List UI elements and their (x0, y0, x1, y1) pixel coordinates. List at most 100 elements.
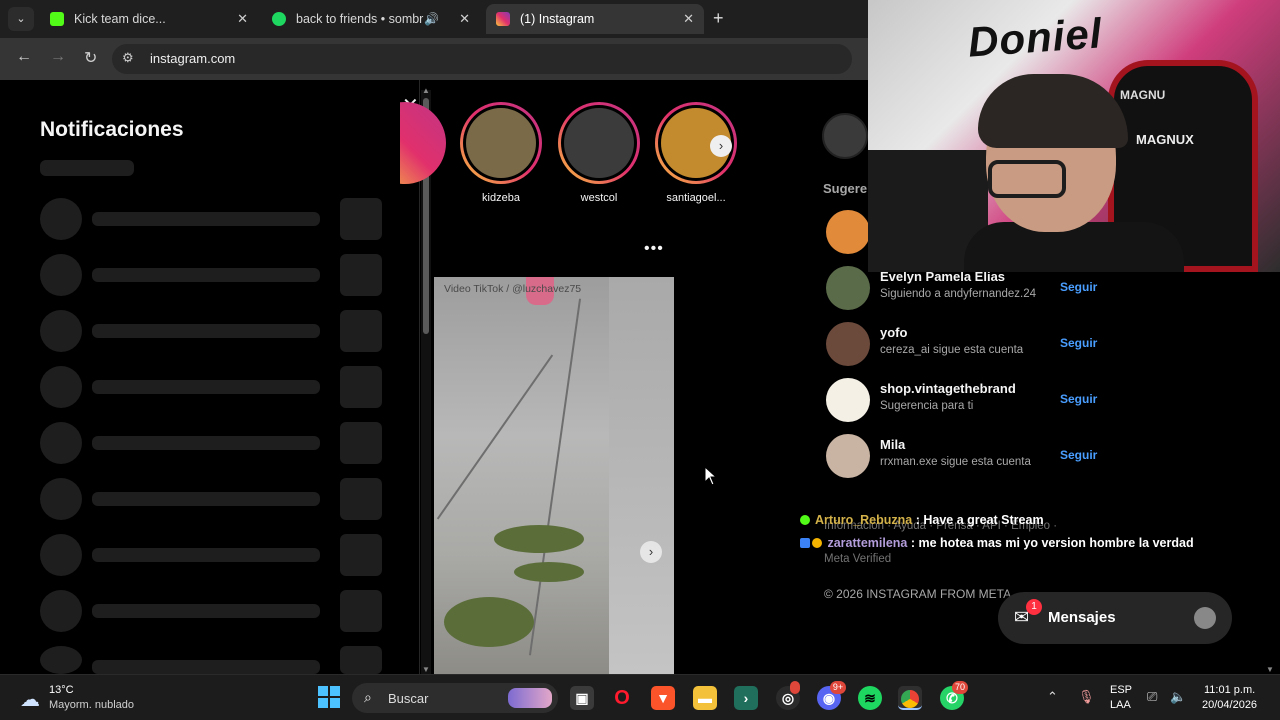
tab-kick[interactable]: Kick team dice... ✕ (40, 4, 258, 34)
status-badge: 70 (952, 681, 968, 694)
chair-logo: MAGNU (1120, 88, 1166, 102)
spotify-icon[interactable]: ≋ (858, 686, 882, 710)
weather-cloud-icon[interactable]: ☁ (20, 687, 40, 712)
speaker-icon[interactable]: 🔊 (424, 12, 439, 26)
verified-badge-icon (800, 515, 810, 525)
start-button[interactable] (318, 686, 340, 708)
tab-title: (1) Instagram (520, 12, 595, 26)
list-item: shop.vintagethebrand Sugerencia para ti … (826, 378, 1146, 422)
tab-spotify[interactable]: back to friends • sombr 🔊 ✕ (262, 4, 480, 34)
skeleton-thumb (340, 478, 382, 520)
avatar[interactable] (822, 113, 868, 159)
skeleton-avatar (40, 310, 82, 352)
skeleton-bar (92, 324, 320, 338)
scroll-down-icon[interactable]: ▼ (1266, 665, 1274, 674)
site-info-icon[interactable]: ⚙ (122, 50, 134, 66)
language-indicator[interactable]: ESP (1110, 684, 1132, 696)
avatar[interactable] (826, 322, 870, 366)
keyboard-layout[interactable]: LAA (1110, 699, 1131, 711)
post-media-detail (444, 597, 534, 647)
address-bar[interactable]: ⚙ instagram.com (112, 44, 852, 74)
close-tab-icon[interactable]: ✕ (683, 11, 694, 27)
follow-button[interactable]: Seguir (1060, 280, 1097, 294)
story-partial[interactable] (400, 102, 446, 184)
follow-button[interactable]: Seguir (1060, 336, 1097, 350)
new-tab-button[interactable]: + (713, 8, 724, 29)
suggestion-subtitle: Sugerencia para ti (880, 400, 974, 412)
skeleton-bar (92, 436, 320, 450)
chat-username: zarattemilena (827, 536, 908, 550)
tab-search-chevron-icon[interactable]: ⌄ (8, 7, 34, 31)
follow-button[interactable]: Seguir (1060, 448, 1097, 462)
post-media-detail (494, 525, 584, 553)
stories-next-icon[interactable]: › (710, 135, 732, 157)
avatar[interactable] (826, 210, 870, 254)
skeleton-bar (92, 380, 320, 394)
close-tab-icon[interactable]: ✕ (237, 11, 248, 27)
post-media[interactable]: Video TikTok / @luzchavez75 › (434, 277, 674, 674)
opera-icon[interactable]: O (610, 686, 634, 710)
streamer-glasses (988, 160, 1066, 198)
tab-title: Kick team dice... (74, 12, 166, 26)
list-item: Mila rrxman.exe sigue esta cuenta Seguir (826, 434, 1146, 478)
streamer-body (964, 222, 1184, 272)
url-text: instagram.com (150, 51, 236, 66)
clock-date[interactable]: 20/04/2026 (1202, 699, 1257, 711)
scroll-up-icon[interactable]: ▲ (422, 86, 430, 95)
skeleton-thumb (340, 254, 382, 296)
suggestion-subtitle: rrxman.exe sigue esta cuenta (880, 456, 1031, 468)
avatar[interactable] (826, 266, 870, 310)
skeleton-bar (92, 212, 320, 226)
suggestion-name[interactable]: yofo (880, 325, 907, 340)
skeleton-thumb (340, 198, 382, 240)
skeleton-avatar (40, 646, 82, 674)
windows-logo-icon (330, 698, 340, 708)
story-ring (400, 102, 446, 184)
brave-icon[interactable]: ▼ (651, 686, 675, 710)
clock-time[interactable]: 11:01 p.m. (1204, 684, 1255, 696)
skeleton-bar (92, 548, 320, 562)
story-item[interactable]: kidzeba (459, 102, 543, 204)
chrome-icon[interactable] (898, 686, 922, 710)
back-icon[interactable]: ← (16, 48, 32, 66)
follow-button[interactable]: Seguir (1060, 392, 1097, 406)
screen: ⌄ Kick team dice... ✕ back to friends • … (0, 0, 1280, 720)
dev-app-icon[interactable]: › (734, 686, 758, 710)
chat-username: Arturo_Rebuzna (815, 513, 913, 527)
status-badge: 1 (1026, 599, 1042, 615)
avatar[interactable] (826, 378, 870, 422)
file-explorer-icon[interactable]: ▬ (693, 686, 717, 710)
suggestion-subtitle: cereza_ai sigue esta cuenta (880, 344, 1024, 356)
meta-verified-link[interactable]: Meta Verified (824, 553, 891, 565)
suggestion-name[interactable]: Mila (880, 437, 905, 452)
taskbar-search[interactable]: ⌕ Buscar (352, 683, 558, 713)
close-tab-icon[interactable]: ✕ (459, 11, 470, 27)
microphone-icon[interactable]: 🎙 (1078, 689, 1095, 705)
task-view-icon[interactable]: ▣ (570, 686, 594, 710)
skeleton-avatar (40, 422, 82, 464)
scroll-down-icon[interactable]: ▼ (422, 665, 430, 674)
post-more-icon[interactable]: ••• (644, 240, 664, 258)
post-next-icon[interactable]: › (640, 541, 662, 563)
post-media-detail (528, 298, 582, 656)
reload-icon[interactable]: ↻ (84, 48, 97, 68)
volume-icon[interactable]: 🔈 (1170, 689, 1186, 705)
chair-logo: MAGNUX (1136, 132, 1194, 147)
tray-chevron-icon[interactable]: ⌃ (1047, 689, 1058, 705)
weather-description[interactable]: Mayorm. nublado (49, 699, 134, 711)
skeleton-avatar (40, 534, 82, 576)
suggestion-name[interactable]: shop.vintagethebrand (880, 381, 1016, 396)
skeleton-avatar (40, 590, 82, 632)
instagram-icon (496, 12, 510, 26)
messages-button[interactable]: ✉ 1 Mensajes (998, 592, 1232, 644)
weather-temperature[interactable]: 13°C (49, 684, 74, 696)
page-title: Notificaciones (40, 118, 184, 141)
webcam-overlay: Doniel MAGNU MAGNUX (868, 0, 1280, 272)
forward-icon[interactable]: → (50, 48, 66, 66)
avatar[interactable] (826, 434, 870, 478)
list-item: Evelyn Pamela Elias Siguiendo a andyfern… (826, 266, 1146, 310)
story-item[interactable]: westcol (557, 102, 641, 204)
tab-title: back to friends • sombr (296, 12, 424, 26)
network-icon[interactable]: ⎚ (1147, 689, 1157, 705)
tab-instagram[interactable]: (1) Instagram ✕ (486, 4, 704, 34)
